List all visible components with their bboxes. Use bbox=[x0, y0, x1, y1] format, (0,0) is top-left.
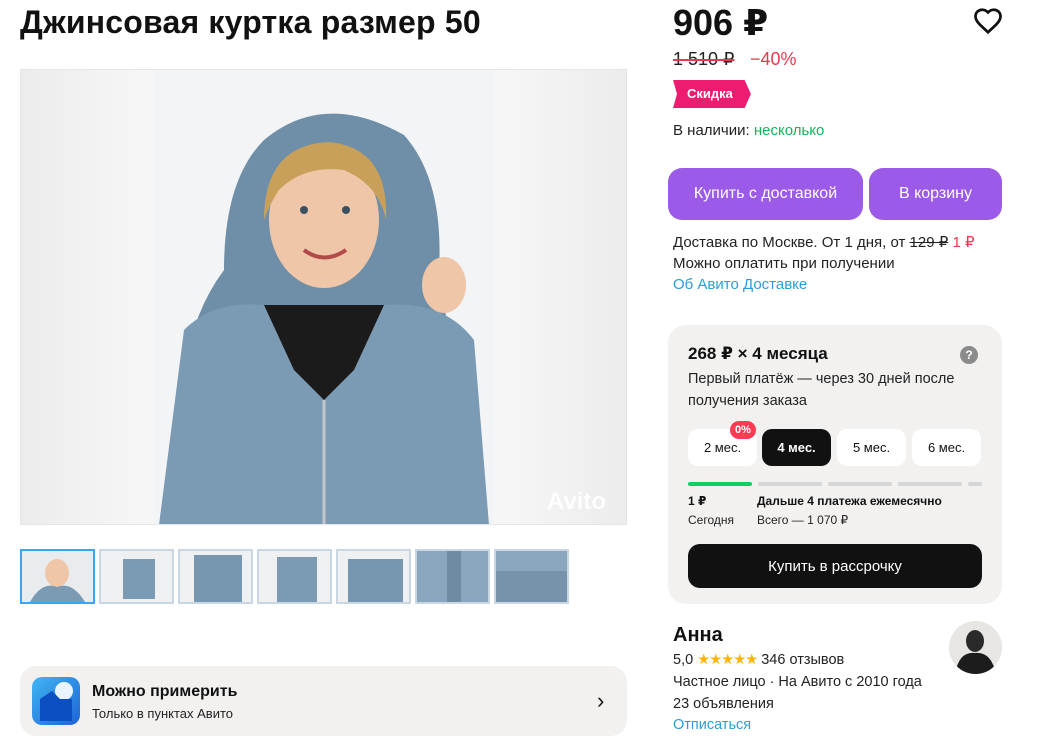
reviews-count[interactable]: 346 отзывов bbox=[761, 652, 844, 668]
thumbnail[interactable] bbox=[178, 549, 253, 604]
main-photo[interactable]: Avito bbox=[20, 69, 627, 525]
try-on-title: Можно примерить bbox=[92, 683, 238, 700]
thumbnail[interactable] bbox=[99, 549, 174, 604]
try-on-banner[interactable]: Можно примерить Только в пунктах Авито › bbox=[20, 666, 627, 736]
buy-installment-button[interactable]: Купить в рассрочку bbox=[688, 544, 982, 588]
avito-delivery-link[interactable]: Об Авито Доставке bbox=[673, 276, 807, 293]
delivery-text: Доставка по Москве. От 1 дня, от bbox=[673, 234, 910, 251]
thumbnail[interactable] bbox=[20, 549, 95, 604]
payment-segment bbox=[688, 482, 752, 486]
avito-watermark: Avito bbox=[546, 488, 606, 515]
installment-total: Всего — 1 070 ₽ bbox=[757, 513, 849, 527]
product-photo bbox=[154, 70, 494, 524]
thumbnail[interactable] bbox=[257, 549, 332, 604]
payment-segment bbox=[968, 482, 982, 486]
seller-rating: 5,0 ★★★★★ 346 отзывов bbox=[673, 652, 844, 668]
installment-title: 268 ₽ × 4 месяца bbox=[688, 344, 828, 363]
current-price: 906 ₽ bbox=[673, 2, 769, 43]
delivery-old-price: 129 ₽ bbox=[909, 234, 949, 251]
add-to-cart-button[interactable]: В корзину bbox=[869, 168, 1002, 220]
discount-badge: Скидка bbox=[673, 80, 751, 108]
payment-on-delivery: Можно оплатить при получении bbox=[673, 255, 895, 272]
stock-status: В наличии: несколько bbox=[673, 122, 824, 139]
delivery-info: Доставка по Москве. От 1 дня, от 129 ₽ 1… bbox=[673, 233, 975, 251]
rest-payments-label: Дальше 4 платежа ежемесячно bbox=[757, 494, 942, 508]
seller-type: Частное лицо · На Авито с 2010 года bbox=[673, 674, 922, 690]
unsubscribe-link[interactable]: Отписаться bbox=[673, 717, 751, 733]
first-payment-amount: 1 ₽ bbox=[688, 494, 707, 508]
installment-description: Первый платёж — через 30 дней после полу… bbox=[688, 371, 955, 409]
stock-value: несколько bbox=[753, 122, 825, 139]
thumbnail[interactable] bbox=[494, 549, 569, 604]
zero-percent-badge: 0% bbox=[730, 421, 756, 439]
seller-ads-count[interactable]: 23 объявления bbox=[673, 696, 774, 712]
payment-segment bbox=[828, 482, 892, 486]
chevron-right-icon: › bbox=[597, 688, 605, 713]
listing-title: Джинсовая куртка размер 50 bbox=[20, 4, 481, 40]
favorite-heart-icon[interactable] bbox=[973, 6, 1003, 36]
delivery-new-price: 1 ₽ bbox=[948, 234, 975, 251]
term-option[interactable]: 5 мес. bbox=[837, 429, 906, 466]
installment-card: 268 ₽ × 4 месяца ? Первый платёж — через… bbox=[668, 325, 1002, 604]
thumbnail[interactable] bbox=[336, 549, 411, 604]
try-on-subtitle: Только в пунктах Авито bbox=[92, 706, 234, 721]
thumbnail-strip bbox=[20, 549, 569, 604]
star-rating-icon: ★★★★★ bbox=[697, 652, 758, 668]
thumbnail[interactable] bbox=[415, 549, 490, 604]
term-option-selected[interactable]: 4 мес. bbox=[762, 429, 831, 466]
buy-with-delivery-button[interactable]: Купить с доставкой bbox=[668, 168, 863, 220]
term-option[interactable]: 6 мес. bbox=[912, 429, 981, 466]
seller-name[interactable]: Анна bbox=[673, 624, 723, 647]
old-price: 1 510 ₽ bbox=[673, 49, 735, 69]
payment-segment bbox=[758, 482, 822, 486]
first-payment-when: Сегодня bbox=[688, 513, 734, 527]
payment-segment bbox=[898, 482, 962, 486]
seller-avatar[interactable] bbox=[949, 621, 1002, 674]
discount-percent: −40% bbox=[750, 49, 797, 69]
try-on-icon bbox=[32, 677, 80, 725]
rating-value: 5,0 bbox=[673, 652, 694, 668]
stock-label: В наличии: bbox=[673, 122, 754, 139]
help-icon[interactable]: ? bbox=[960, 346, 978, 364]
